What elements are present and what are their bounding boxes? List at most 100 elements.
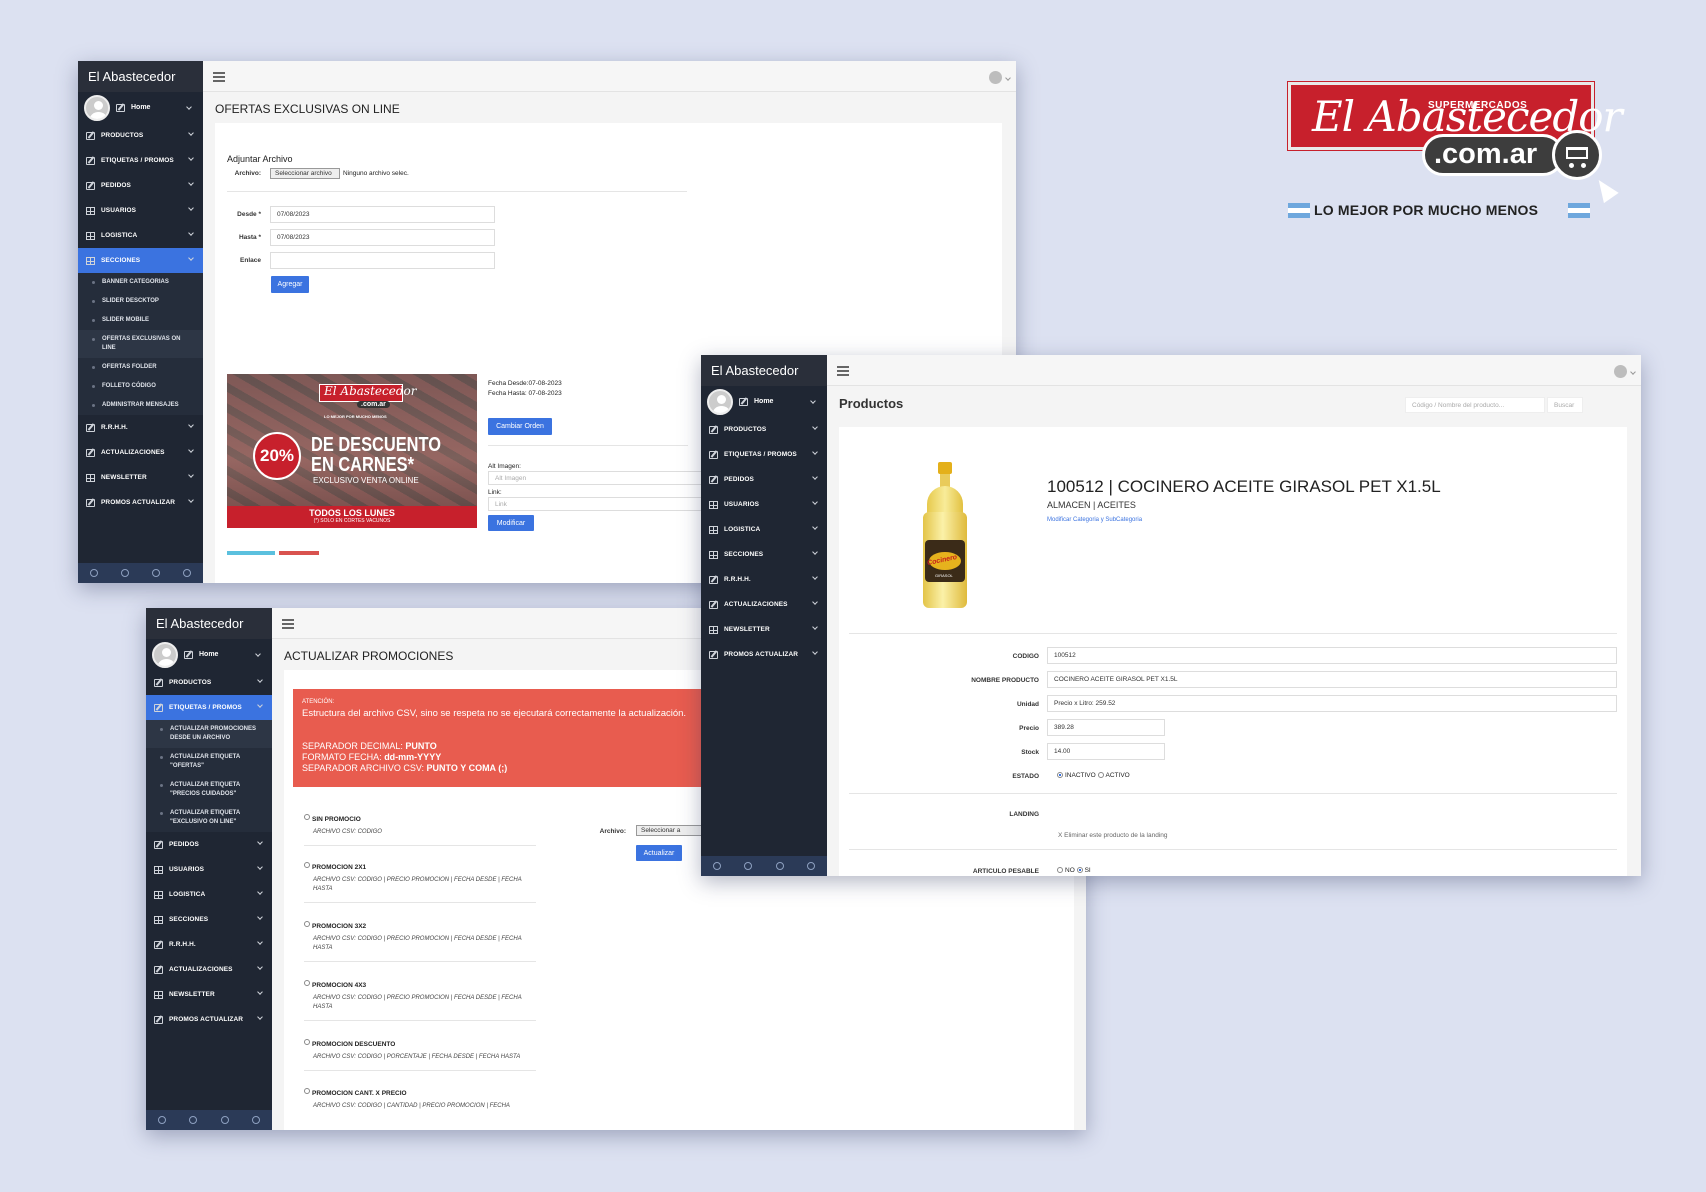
promo-option[interactable]: PROMOCION 2X1 ARCHIVO CSV: CODIGO | PRECI… [304,856,539,903]
modificar-button[interactable]: Modificar [488,515,534,531]
promo-option[interactable]: PROMOCION 3X2 ARCHIVO CSV: CODIGO | PRECI… [304,915,539,962]
menu-actualizaciones[interactable]: ACTUALIZACIONES [701,592,827,617]
submenu-item[interactable]: BANNER CATEGORIAS [78,273,203,292]
menu-secciones[interactable]: SECCIONES [701,542,827,567]
promo-option[interactable]: PROMOCION DESCUENTO ARCHIVO CSV: CODIGO |… [304,1033,539,1071]
eye-icon[interactable] [775,862,784,870]
menu-toggle-icon[interactable] [837,366,849,368]
power-icon[interactable] [807,862,816,870]
menu-rrhh[interactable]: R.R.H.H. [78,415,203,440]
user-menu-icon[interactable] [989,71,1002,84]
alt-imagen-input[interactable]: Alt Imagen [488,471,708,485]
menu-etiquetas[interactable]: ETIQUETAS / PROMOS [78,148,203,173]
enlace-input[interactable] [270,252,495,269]
menu-logistica[interactable]: LOGISTICA [78,223,203,248]
menu-etiquetas[interactable]: ETIQUETAS / PROMOS [701,442,827,467]
menu-pedidos[interactable]: PEDIDOS [701,467,827,492]
sidebar-user[interactable]: Home [701,386,827,417]
pesable-si-radio[interactable] [1076,867,1083,874]
menu-logistica[interactable]: LOGISTICA [146,882,272,907]
menu-logistica[interactable]: LOGISTICA [701,517,827,542]
menu-usuarios[interactable]: USUARIOS [146,857,272,882]
promo-option[interactable]: SIN PROMOCIO ARCHIVO CSV: CODIGO [304,808,539,846]
search-input[interactable]: Código / Nombre del producto... [1405,397,1545,413]
cambiar-orden-button[interactable]: Cambiar Orden [488,418,552,435]
menu-productos[interactable]: PRODUCTOS [78,123,203,148]
submenu-item[interactable]: SLIDER DESCKTOP [78,292,203,311]
desde-input[interactable]: 07/08/2023 [270,206,495,223]
home-link[interactable]: Home [199,651,218,658]
menu-secciones[interactable]: SECCIONES [78,248,203,273]
promo-option-radio[interactable] [304,861,310,868]
fullscreen-icon[interactable] [189,1116,198,1124]
next-item-delete[interactable] [279,551,319,555]
fullscreen-icon[interactable] [744,862,753,870]
menu-toggle-icon[interactable] [213,72,225,74]
sidebar-user[interactable]: Home [78,92,203,123]
stock-input[interactable]: 14.00 [1047,743,1165,760]
link-input[interactable]: Link [488,497,708,511]
agregar-button[interactable]: Agregar [271,276,309,293]
file-button[interactable]: Seleccionar a [636,825,706,836]
menu-rrhh[interactable]: R.R.H.H. [701,567,827,592]
submenu-item[interactable]: OFERTAS FOLDER [78,358,203,377]
menu-usuarios[interactable]: USUARIOS [701,492,827,517]
estado-inactivo-radio[interactable] [1057,772,1063,779]
power-icon[interactable] [183,569,192,577]
submenu-item[interactable]: ADMINISTRAR MENSAJES [78,396,203,415]
file-button[interactable]: Seleccionar archivo [270,168,340,179]
promo-option-radio[interactable] [304,1038,310,1045]
menu-etiquetas[interactable]: ETIQUETAS / PROMOS [146,695,272,720]
submenu-item-current[interactable]: ACTUALIZAR PROMOCIONES DESDE UN ARCHIVO [146,720,272,748]
submenu-item[interactable]: ACTUALIZAR ETIQUETA "EXCLUSIVO ON LINE" [146,804,272,832]
settings-icon[interactable] [157,1116,166,1124]
nombre-input[interactable]: COCINERO ACEITE GIRASOL PET X1.5L [1047,671,1617,688]
fullscreen-icon[interactable] [120,569,129,577]
eye-icon[interactable] [152,569,161,577]
menu-promos[interactable]: PROMOS ACTUALIZAR [146,1007,272,1032]
pesable-no-radio[interactable] [1057,867,1063,874]
precio-input[interactable]: 389.28 [1047,719,1165,736]
menu-promos[interactable]: PROMOS ACTUALIZAR [701,642,827,667]
promo-option[interactable]: PROMOCION CANT. X PRECIO ARCHIVO CSV: COD… [304,1082,539,1111]
submenu-item[interactable]: FOLLETO CÓDIGO [78,377,203,396]
submenu-item[interactable]: ACTUALIZAR ETIQUETA "OFERTAS" [146,748,272,776]
estado-activo-radio[interactable] [1097,772,1104,779]
settings-icon[interactable] [712,862,721,870]
menu-promos[interactable]: PROMOS ACTUALIZAR [78,490,203,515]
next-item-button[interactable] [227,551,275,555]
user-menu-icon[interactable] [1614,365,1627,378]
modify-category-link[interactable]: Modificar Categoria y SubCategoria [1047,517,1142,523]
submenu-item-current[interactable]: OFERTAS EXCLUSIVAS ON LINE [78,330,203,358]
menu-secciones[interactable]: SECCIONES [146,907,272,932]
menu-actualizaciones[interactable]: ACTUALIZACIONES [146,957,272,982]
sidebar-user[interactable]: Home [146,639,272,670]
promo-option-radio[interactable] [304,1087,310,1094]
menu-pedidos[interactable]: PEDIDOS [146,832,272,857]
home-link[interactable]: Home [754,398,773,405]
home-link[interactable]: Home [131,104,150,111]
promo-option[interactable]: PROMOCION 4X3 ARCHIVO CSV: CODIGO | PRECI… [304,974,539,1021]
menu-toggle-icon[interactable] [282,619,294,621]
menu-rrhh[interactable]: R.R.H.H. [146,932,272,957]
hasta-input[interactable]: 07/08/2023 [270,229,495,246]
menu-newsletter[interactable]: NEWSLETTER [146,982,272,1007]
menu-actualizaciones[interactable]: ACTUALIZACIONES [78,440,203,465]
promo-option-radio[interactable] [304,920,310,927]
settings-icon[interactable] [89,569,98,577]
submenu-item[interactable]: SLIDER MOBILE [78,311,203,330]
actualizar-button[interactable]: Actualizar [636,845,682,861]
submenu-item[interactable]: ACTUALIZAR ETIQUETA "PRECIOS CUIDADOS" [146,776,272,804]
search-button[interactable]: Buscar [1547,397,1583,413]
unidad-input[interactable]: Precio x Litro: 259.52 [1047,695,1617,712]
menu-productos[interactable]: PRODUCTOS [701,417,827,442]
promo-option-radio[interactable] [304,813,310,820]
menu-newsletter[interactable]: NEWSLETTER [78,465,203,490]
menu-pedidos[interactable]: PEDIDOS [78,173,203,198]
menu-productos[interactable]: PRODUCTOS [146,670,272,695]
promo-option-radio[interactable] [304,979,310,986]
power-icon[interactable] [252,1116,261,1124]
menu-usuarios[interactable]: USUARIOS [78,198,203,223]
codigo-input[interactable]: 100512 [1047,647,1617,664]
landing-remove-link[interactable]: X Eliminar este producto de la landing [1058,832,1167,839]
